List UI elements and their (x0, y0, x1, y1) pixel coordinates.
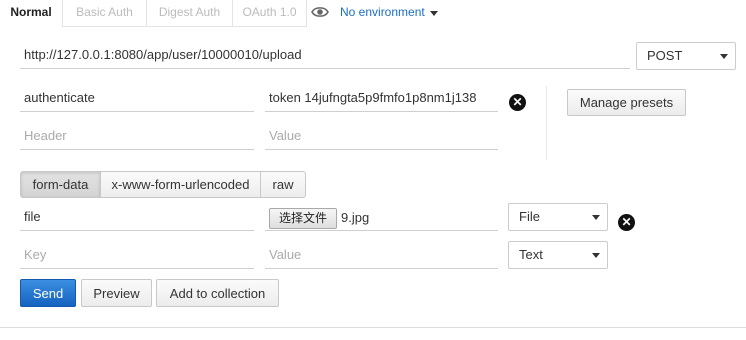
tab-basic-auth[interactable]: Basic Auth (63, 0, 147, 27)
new-form-type-select[interactable]: Text (508, 241, 608, 269)
new-header-key-input[interactable] (20, 122, 254, 150)
add-to-collection-button[interactable]: Add to collection (156, 279, 279, 307)
form-key-input[interactable] (20, 203, 254, 231)
chevron-down-icon (720, 54, 728, 59)
method-select-value: POST (647, 48, 683, 63)
chevron-down-icon (592, 253, 600, 258)
new-form-type-value: Text (519, 247, 543, 262)
new-form-key-input[interactable] (20, 241, 254, 269)
tab-raw[interactable]: raw (260, 171, 306, 198)
tab-x-www-form-urlencoded[interactable]: x-www-form-urlencoded (100, 171, 261, 198)
chevron-down-icon (592, 215, 600, 220)
preview-button[interactable]: Preview (81, 279, 152, 307)
form-type-value: File (519, 209, 540, 224)
environment-selector[interactable]: No environment (340, 5, 425, 19)
eye-icon[interactable] (311, 5, 329, 19)
form-value-underline (265, 203, 498, 231)
chevron-down-icon[interactable] (430, 11, 438, 16)
new-form-value-input[interactable] (265, 241, 498, 269)
manage-presets-button[interactable]: Manage presets (567, 89, 686, 116)
url-input[interactable] (20, 41, 630, 69)
form-type-select[interactable]: File (508, 203, 608, 231)
divider (546, 86, 547, 160)
header-key-input[interactable] (20, 84, 254, 112)
tab-digest-auth[interactable]: Digest Auth (147, 0, 233, 27)
send-button[interactable]: Send (20, 279, 76, 307)
tab-normal[interactable]: Normal (0, 0, 63, 27)
tab-oauth[interactable]: OAuth 1.0 (233, 0, 307, 27)
header-value-input[interactable] (265, 84, 498, 112)
remove-header-icon[interactable]: ✕ (509, 94, 526, 111)
new-header-value-input[interactable] (265, 122, 498, 150)
remove-form-row-icon[interactable]: ✕ (618, 214, 635, 231)
divider (0, 327, 746, 328)
method-select[interactable]: POST (636, 42, 736, 70)
tab-form-data[interactable]: form-data (20, 171, 101, 198)
